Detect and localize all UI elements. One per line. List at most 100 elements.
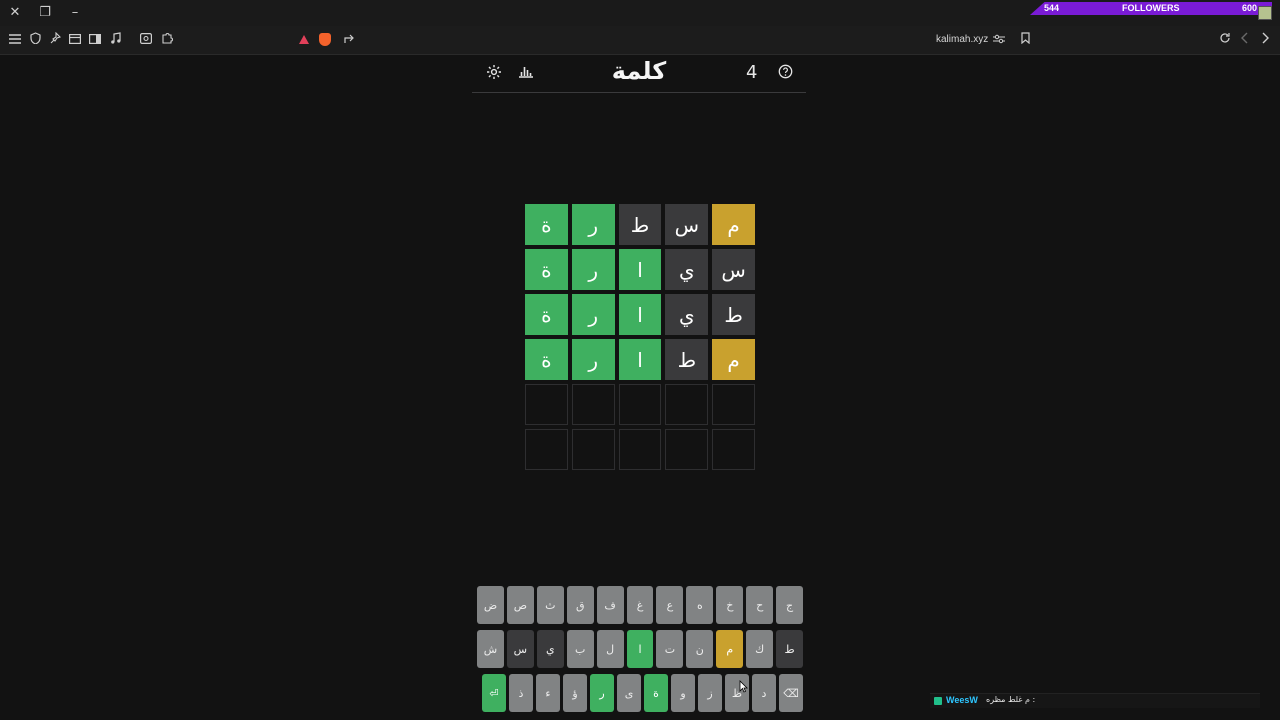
key-unused[interactable]: ج — [776, 586, 803, 624]
on-screen-keyboard: ج ح خ ه ع غ ف ق ث ص ض ط ك م ن ت ا ل ب ي س ش ⌫ د ظ ز و ة ى ر ؤ ء ذ ⏎ — [477, 586, 803, 718]
minimize-window-icon[interactable]: – — [66, 4, 84, 22]
help-icon[interactable] — [776, 64, 794, 82]
tile-empty — [665, 384, 709, 425]
window-titlebar: ✕ ❐ – 544 FOLLOWERS 600 — [0, 0, 1280, 26]
followers-label: FOLLOWERS — [1122, 3, 1180, 13]
key-unused[interactable]: ء — [536, 674, 560, 712]
followers-goal: 600 — [1242, 3, 1258, 13]
key-unused[interactable]: ف — [596, 586, 624, 624]
tile-correct: ر — [571, 204, 615, 245]
tile-absent: ي — [665, 249, 709, 290]
forward-icon[interactable] — [1257, 32, 1273, 48]
url-text[interactable]: kalimah.xyz — [936, 34, 988, 45]
board-row: مطارة — [525, 339, 755, 380]
back-icon[interactable] — [1237, 32, 1253, 48]
key-present[interactable]: م — [716, 630, 744, 668]
restore-window-icon[interactable]: ❐ — [36, 4, 54, 22]
puzzle-icon[interactable] — [159, 32, 175, 48]
key-unused[interactable]: ى — [617, 674, 641, 712]
followers-goal-bar: 544 FOLLOWERS 600 — [1030, 2, 1272, 15]
board-row — [525, 429, 755, 470]
tile-present: م — [712, 204, 755, 245]
attempt-counter: 4 — [746, 62, 758, 83]
tile-empty — [525, 384, 568, 425]
tile-correct: ا — [618, 339, 662, 380]
key-unused[interactable]: ث — [536, 586, 564, 624]
tile-empty — [712, 384, 755, 425]
tile-empty — [665, 429, 709, 470]
key-unused[interactable]: و — [671, 674, 695, 712]
browser-toolbar: kalimah.xyz — [0, 26, 1280, 55]
key-unused[interactable]: ص — [506, 586, 534, 624]
menu-icon[interactable] — [7, 32, 23, 48]
tile-correct: ر — [571, 249, 615, 290]
backspace-key[interactable]: ⌫ — [779, 674, 803, 712]
tile-correct: ة — [525, 249, 568, 290]
key-absent[interactable]: ط — [776, 630, 803, 668]
keyboard-row: ⌫ د ظ ز و ة ى ر ؤ ء ذ ⏎ — [477, 674, 803, 715]
key-unused[interactable]: ه — [686, 586, 714, 624]
key-unused[interactable]: ق — [566, 586, 594, 624]
key-unused[interactable]: ت — [656, 630, 684, 668]
key-unused[interactable]: خ — [716, 586, 744, 624]
board-row: طيارة — [525, 294, 755, 335]
key-unused[interactable]: ل — [596, 630, 624, 668]
key-unused[interactable]: ش — [477, 630, 504, 668]
music-icon[interactable] — [107, 32, 123, 48]
key-unused[interactable]: د — [752, 674, 776, 712]
key-unused[interactable]: غ — [626, 586, 654, 624]
tile-absent: س — [712, 249, 755, 290]
chat-username: WeesW — [946, 695, 978, 705]
tile-empty — [571, 384, 615, 425]
tile-absent: س — [665, 204, 709, 245]
key-unused[interactable]: ؤ — [563, 674, 587, 712]
key-unused[interactable]: ع — [656, 586, 684, 624]
reload-icon[interactable] — [1217, 32, 1233, 48]
tune-icon[interactable] — [991, 32, 1007, 48]
board-row: مسطرة — [525, 204, 755, 245]
tile-absent: ط — [618, 204, 662, 245]
key-absent[interactable]: ي — [536, 630, 564, 668]
game-board: مسطرةسيارةطيارةمطارة — [525, 204, 755, 474]
tab-icon[interactable] — [67, 32, 83, 48]
shield-icon[interactable] — [27, 32, 43, 48]
brave-shields-icon[interactable] — [319, 33, 331, 46]
key-unused[interactable]: ب — [566, 630, 594, 668]
followers-current: 544 — [1044, 3, 1060, 13]
brave-rewards-icon[interactable] — [299, 35, 309, 44]
key-unused[interactable]: ض — [477, 586, 504, 624]
tile-empty — [618, 384, 662, 425]
tile-correct: ة — [525, 204, 568, 245]
tile-absent: ي — [665, 294, 709, 335]
pin-icon[interactable] — [47, 31, 63, 48]
tile-empty — [712, 429, 755, 470]
close-window-icon[interactable]: ✕ — [6, 4, 24, 22]
key-absent[interactable]: س — [506, 630, 534, 668]
tile-correct: ة — [525, 339, 568, 380]
key-unused[interactable]: ك — [746, 630, 774, 668]
tile-empty — [571, 429, 615, 470]
key-unused[interactable]: ز — [698, 674, 722, 712]
stream-thumbnail — [1258, 6, 1272, 20]
key-correct[interactable]: ا — [626, 630, 654, 668]
bookmark-icon[interactable] — [1017, 32, 1033, 48]
tile-correct: ر — [571, 294, 615, 335]
chat-badge-icon — [934, 697, 942, 705]
key-unused[interactable]: ح — [746, 586, 774, 624]
key-correct[interactable]: ة — [644, 674, 668, 712]
sidebar-icon[interactable] — [87, 32, 103, 48]
key-unused[interactable]: ذ — [509, 674, 533, 712]
key-correct[interactable]: ر — [590, 674, 614, 712]
tile-correct: ة — [525, 294, 568, 335]
tile-absent: ط — [665, 339, 709, 380]
screenshot-icon[interactable] — [138, 32, 154, 48]
tile-present: م — [712, 339, 755, 380]
board-row — [525, 384, 755, 425]
stream-chat-message: WeesW م غلط مظره : — [930, 693, 1260, 708]
key-unused[interactable]: ن — [686, 630, 714, 668]
keyboard-row: طكمنتالبيسش — [477, 630, 803, 671]
share-icon[interactable] — [342, 32, 358, 48]
tile-empty — [525, 429, 568, 470]
chat-text: م غلط مظره : — [986, 695, 1036, 704]
enter-key[interactable]: ⏎ — [482, 674, 506, 712]
